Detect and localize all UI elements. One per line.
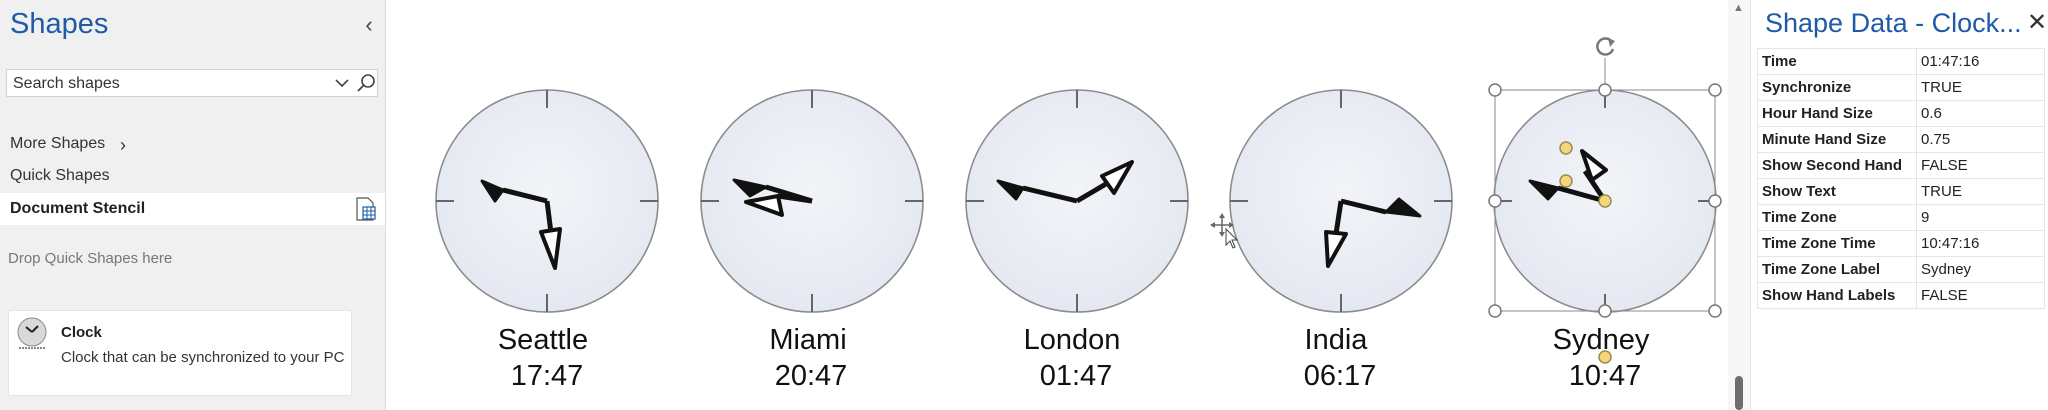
drawing-canvas[interactable]: Seattle 17:47 Miami 20:47 London 01:47 I… <box>386 0 1735 410</box>
search-box[interactable] <box>6 69 378 97</box>
property-value[interactable]: 9 <box>1916 204 2045 231</box>
clock-label: Miami <box>769 324 846 356</box>
property-name: Show Hand Labels <box>1757 282 1917 309</box>
clock-label: Sydney <box>1553 324 1650 356</box>
scroll-up-icon[interactable]: ▲ <box>1733 2 1744 14</box>
rotate-handle-icon[interactable] <box>1596 37 1615 56</box>
table-row[interactable]: Time 01:47:16 <box>1757 48 2045 75</box>
table-row[interactable]: Minute Hand Size 0.75 <box>1757 126 2045 153</box>
property-name: Time Zone Label <box>1757 256 1917 283</box>
scrollbar-thumb[interactable] <box>1735 376 1743 410</box>
shapes-pane-title: Shapes <box>10 8 109 40</box>
property-value[interactable]: 0.75 <box>1916 126 2045 153</box>
close-icon[interactable]: ✕ <box>2027 8 2047 37</box>
vertical-scrollbar[interactable]: ▲ <box>1728 0 1750 410</box>
shape-data-title: Shape Data - Clock... <box>1765 8 2022 38</box>
table-row[interactable]: Show Text TRUE <box>1757 178 2045 205</box>
clock-master-shape[interactable]: Clock Clock that can be synchronized to … <box>8 310 352 396</box>
chevron-left-icon: ‹ <box>365 12 373 37</box>
clock-miami[interactable]: Miami 20:47 <box>700 89 924 392</box>
drop-quick-shapes-hint: Drop Quick Shapes here <box>8 250 173 267</box>
document-stencil-item[interactable]: Document Stencil <box>0 193 385 225</box>
clock-label: Seattle <box>498 324 588 356</box>
table-row[interactable]: Show Hand Labels FALSE <box>1757 282 2045 309</box>
search-input[interactable] <box>11 73 330 95</box>
clock-icon <box>17 317 47 349</box>
shape-data-table: Time 01:47:16 Synchronize TRUE Hour Hand S… <box>1757 48 2045 309</box>
collapse-pane-button[interactable]: ‹ <box>358 14 380 36</box>
table-row[interactable]: Show Second Hand FALSE <box>1757 152 2045 179</box>
property-name: Time Zone Time <box>1757 230 1917 257</box>
property-name: Hour Hand Size <box>1757 100 1917 127</box>
clock-time: 10:47 <box>1569 360 1642 392</box>
clock-label: India <box>1305 324 1369 356</box>
clock-label: London <box>1024 324 1121 356</box>
clock-sydney[interactable]: Sydney 10:47 <box>1493 89 1717 392</box>
property-value[interactable]: 10:47:16 <box>1916 230 2045 257</box>
document-stencil-label: Document Stencil <box>10 200 146 217</box>
clock-london[interactable]: London 01:47 <box>965 89 1189 392</box>
clock-time: 17:47 <box>511 360 584 392</box>
table-row[interactable]: Synchronize TRUE <box>1757 74 2045 101</box>
property-name: Minute Hand Size <box>1757 126 1917 153</box>
more-shapes-item[interactable]: More Shapes › <box>10 135 126 155</box>
table-row[interactable]: Time Zone Label Sydney <box>1757 256 2045 283</box>
property-name: Show Text <box>1757 178 1917 205</box>
table-row[interactable]: Time Zone Time 10:47:16 <box>1757 230 2045 257</box>
clock-master-description: Clock that can be synchronized to your P… <box>61 349 345 366</box>
property-name: Time Zone <box>1757 204 1917 231</box>
quick-shapes-item[interactable]: Quick Shapes <box>10 167 110 185</box>
chevron-down-icon[interactable] <box>333 73 351 93</box>
clock-time: 06:17 <box>1304 360 1377 392</box>
table-row[interactable]: Hour Hand Size 0.6 <box>1757 100 2045 127</box>
clock-master-name: Clock <box>61 324 102 341</box>
more-shapes-label: More Shapes <box>10 135 106 152</box>
search-icon[interactable] <box>355 72 377 94</box>
property-value[interactable]: 01:47:16 <box>1916 48 2045 75</box>
property-value[interactable]: FALSE <box>1916 282 2045 309</box>
property-name: Show Second Hand <box>1757 152 1917 179</box>
property-name: Synchronize <box>1757 74 1917 101</box>
clock-time: 20:47 <box>775 360 848 392</box>
property-name: Time <box>1757 48 1917 75</box>
chevron-right-icon: › <box>120 135 126 155</box>
stencil-icon <box>356 197 376 221</box>
clock-seattle[interactable]: Seattle 17:47 <box>435 89 659 392</box>
property-value[interactable]: TRUE <box>1916 74 2045 101</box>
table-row[interactable]: Time Zone 9 <box>1757 204 2045 231</box>
clock-india[interactable]: India 06:17 <box>1229 89 1453 392</box>
shape-data-pane: Shape Data - Clock... ✕ Time 01:47:16 Syn… <box>1750 0 2048 410</box>
property-value[interactable]: TRUE <box>1916 178 2045 205</box>
shapes-pane: Shapes ‹ More Shapes › Quick Shapes Docu… <box>0 0 386 410</box>
property-value[interactable]: Sydney <box>1916 256 2045 283</box>
property-value[interactable]: FALSE <box>1916 152 2045 179</box>
clock-time: 01:47 <box>1040 360 1113 392</box>
property-value[interactable]: 0.6 <box>1916 100 2045 127</box>
